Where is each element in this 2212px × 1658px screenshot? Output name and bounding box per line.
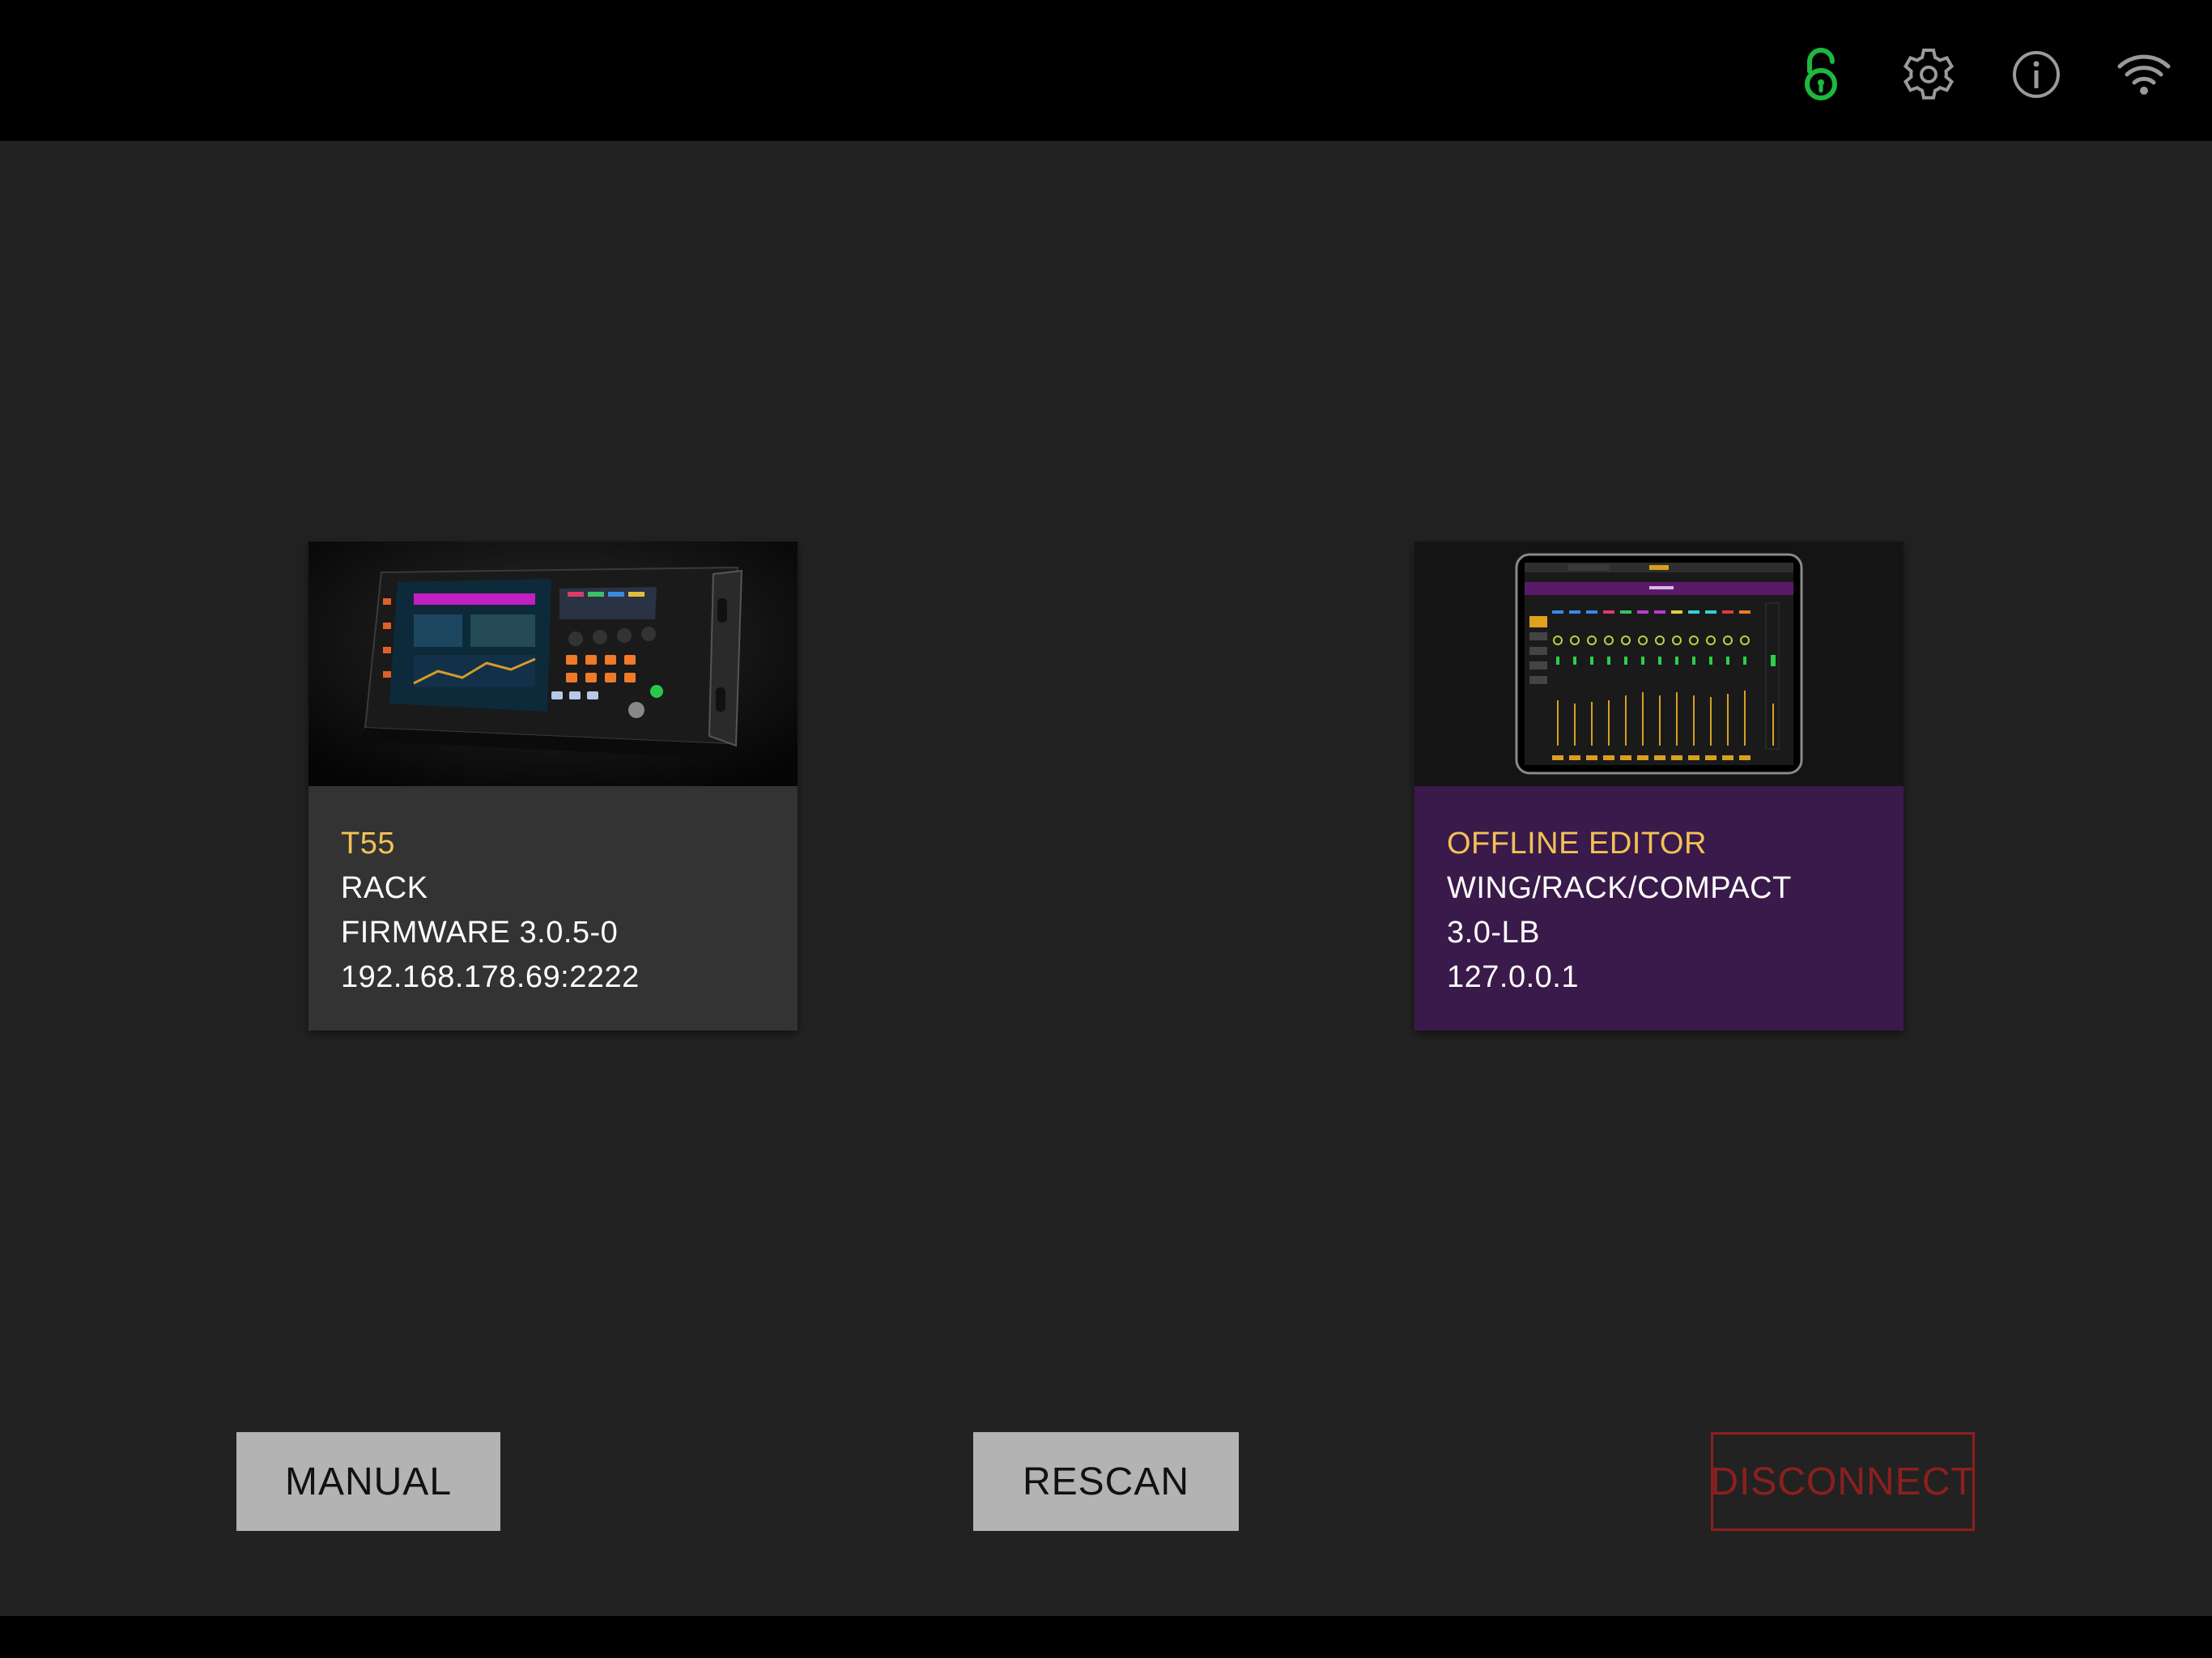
device-image bbox=[308, 542, 798, 786]
unlock-icon[interactable] bbox=[1789, 42, 1853, 107]
disconnect-button[interactable]: DISCONNECT bbox=[1710, 1432, 1975, 1531]
device-image bbox=[1414, 542, 1904, 786]
top-bar bbox=[0, 0, 2212, 141]
device-version: 3.0-LB bbox=[1447, 916, 1540, 950]
device-version: FIRMWARE 3.0.5-0 bbox=[341, 916, 619, 950]
device-address: 127.0.0.1 bbox=[1447, 960, 1579, 994]
device-card-t55[interactable]: T55 RACK FIRMWARE 3.0.5-0 192.168.178.69… bbox=[308, 542, 798, 1031]
device-name: T55 bbox=[341, 827, 395, 861]
gear-icon[interactable] bbox=[1896, 42, 1961, 107]
device-type: RACK bbox=[341, 871, 428, 905]
device-info: T55 RACK FIRMWARE 3.0.5-0 192.168.178.69… bbox=[308, 786, 798, 1031]
device-card-offline-editor[interactable]: OFFLINE EDITOR WING/RACK/COMPACT 3.0-LB … bbox=[1414, 542, 1904, 1031]
device-address: 192.168.178.69:2222 bbox=[341, 960, 640, 994]
info-icon[interactable] bbox=[2004, 42, 2069, 107]
device-type: WING/RACK/COMPACT bbox=[1447, 871, 1792, 905]
wifi-icon[interactable] bbox=[2112, 42, 2176, 107]
device-info: OFFLINE EDITOR WING/RACK/COMPACT 3.0-LB … bbox=[1414, 786, 1904, 1031]
manual-button[interactable]: MANUAL bbox=[236, 1432, 500, 1531]
rescan-button[interactable]: RESCAN bbox=[973, 1432, 1239, 1531]
device-name: OFFLINE EDITOR bbox=[1447, 827, 1707, 861]
bottom-bar bbox=[0, 1616, 2212, 1658]
